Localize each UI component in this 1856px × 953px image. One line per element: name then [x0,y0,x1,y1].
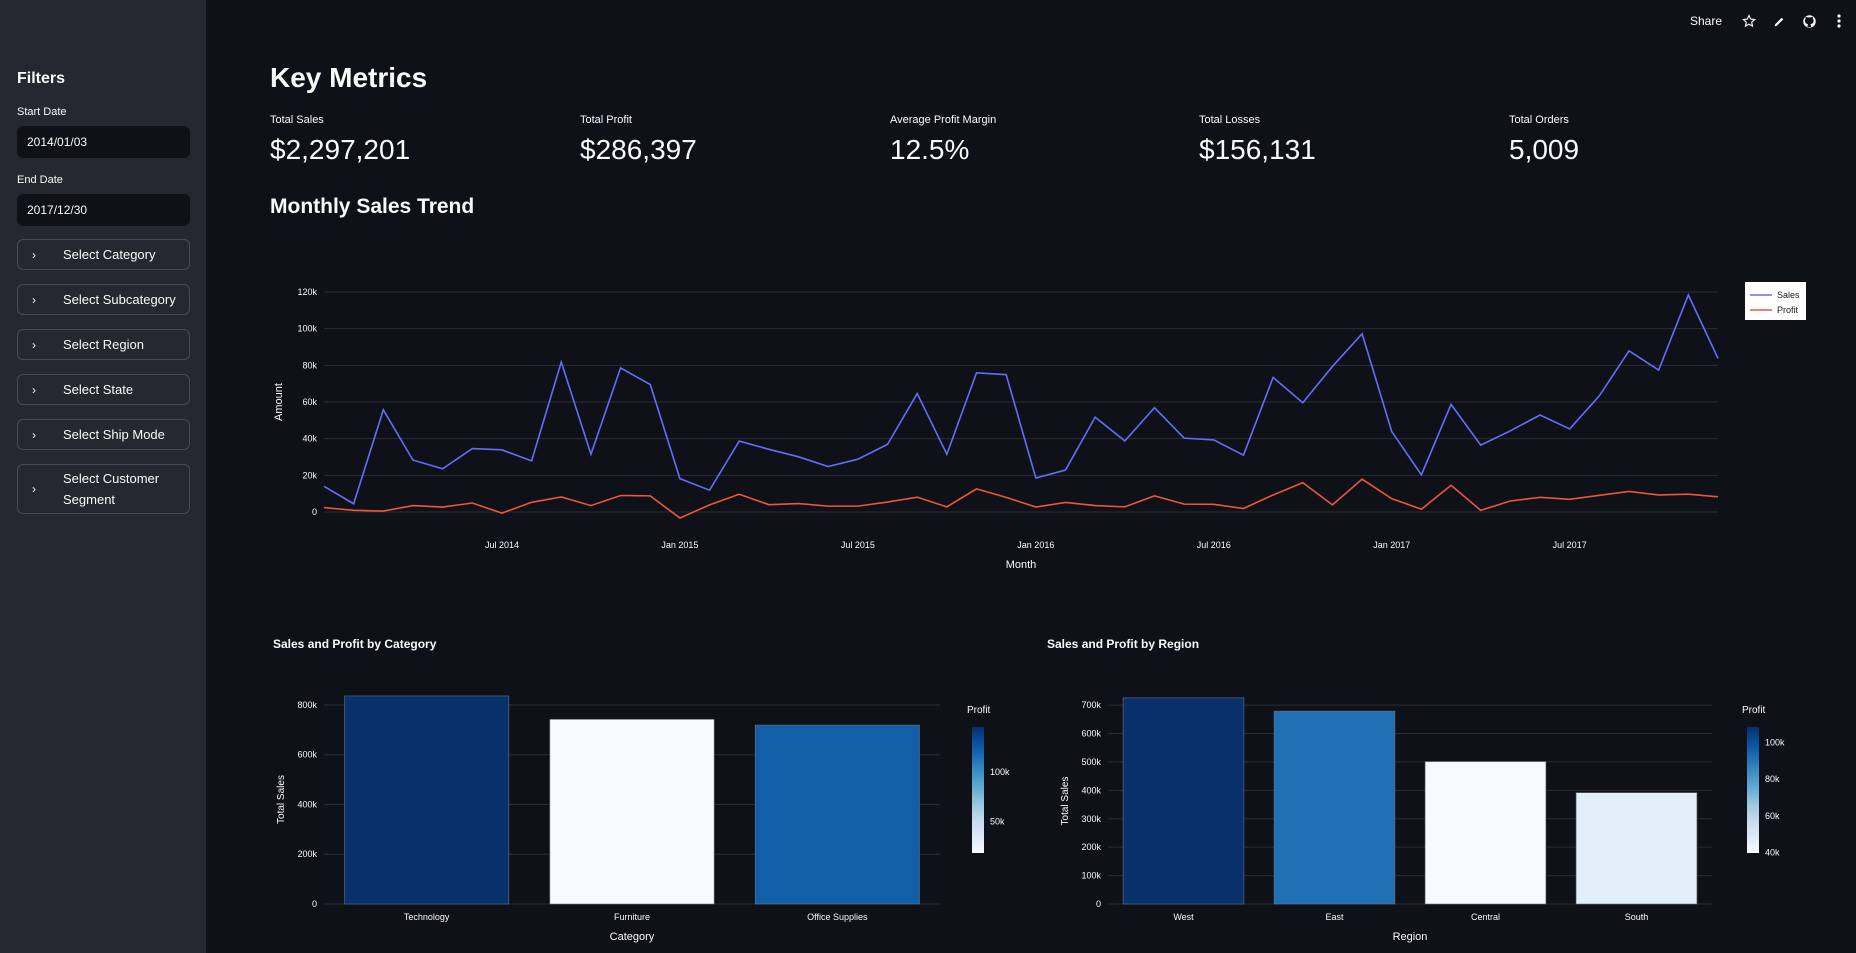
metric-value: $156,131 [1199,134,1316,165]
expander-label: Select Category [63,247,156,262]
chevron-right-icon: › [32,482,36,496]
start-date-label: Start Date [17,106,67,118]
metric-value: $2,297,201 [270,134,411,165]
chevron-right-icon: › [32,382,36,397]
end-date-input[interactable]: 2017/12/30 [17,194,190,226]
metric-value: 5,009 [1509,134,1580,165]
expander-label: Select State [63,382,134,397]
sidebar-title: Filters [17,70,66,87]
expander-customer-segment[interactable]: › Select Customer Segment [17,464,190,514]
metric-label: Total Sales [270,114,324,126]
page-title: Key Metrics [270,62,428,93]
metric-value: $286,397 [580,134,697,165]
expander-region[interactable]: › Select Region [17,329,190,360]
end-date-label: End Date [17,174,63,186]
main-content: Key Metrics Total Sales $2,297,201 Total… [206,0,1856,953]
metric-label: Average Profit Margin [890,114,997,126]
expander-label: Select Region [63,337,144,352]
expander-ship-mode[interactable]: › Select Ship Mode [17,419,190,450]
metric-total-profit: Total Profit $286,397 [580,114,697,166]
metric-label: Total Orders [1509,114,1569,126]
metric-total-orders: Total Orders 5,009 [1509,114,1579,166]
chevron-right-icon: › [32,337,36,352]
metric-total-sales: Total Sales $2,297,201 [270,114,410,166]
chevron-right-icon: › [32,247,36,262]
expander-category[interactable]: › Select Category [17,239,190,270]
metric-total-losses: Total Losses $156,131 [1199,114,1316,166]
section-title-trend: Monthly Sales Trend [270,195,475,218]
chevron-right-icon: › [32,292,36,307]
expander-label: Select Subcategory [63,292,176,307]
expander-subcategory[interactable]: › Select Subcategory [17,284,190,315]
expander-label: Select Customer Segment [63,471,160,507]
sidebar: Filters Start Date 2014/01/03 End Date 2… [0,0,206,953]
expander-state[interactable]: › Select State [17,374,190,405]
expander-label: Select Ship Mode [63,427,165,442]
chevron-right-icon: › [32,427,36,442]
metric-label: Total Profit [580,114,632,126]
start-date-input[interactable]: 2014/01/03 [17,126,190,158]
metric-label: Total Losses [1199,114,1261,126]
metric-value: 12.5% [890,134,970,165]
metric-profit-margin: Average Profit Margin 12.5% [890,114,996,166]
